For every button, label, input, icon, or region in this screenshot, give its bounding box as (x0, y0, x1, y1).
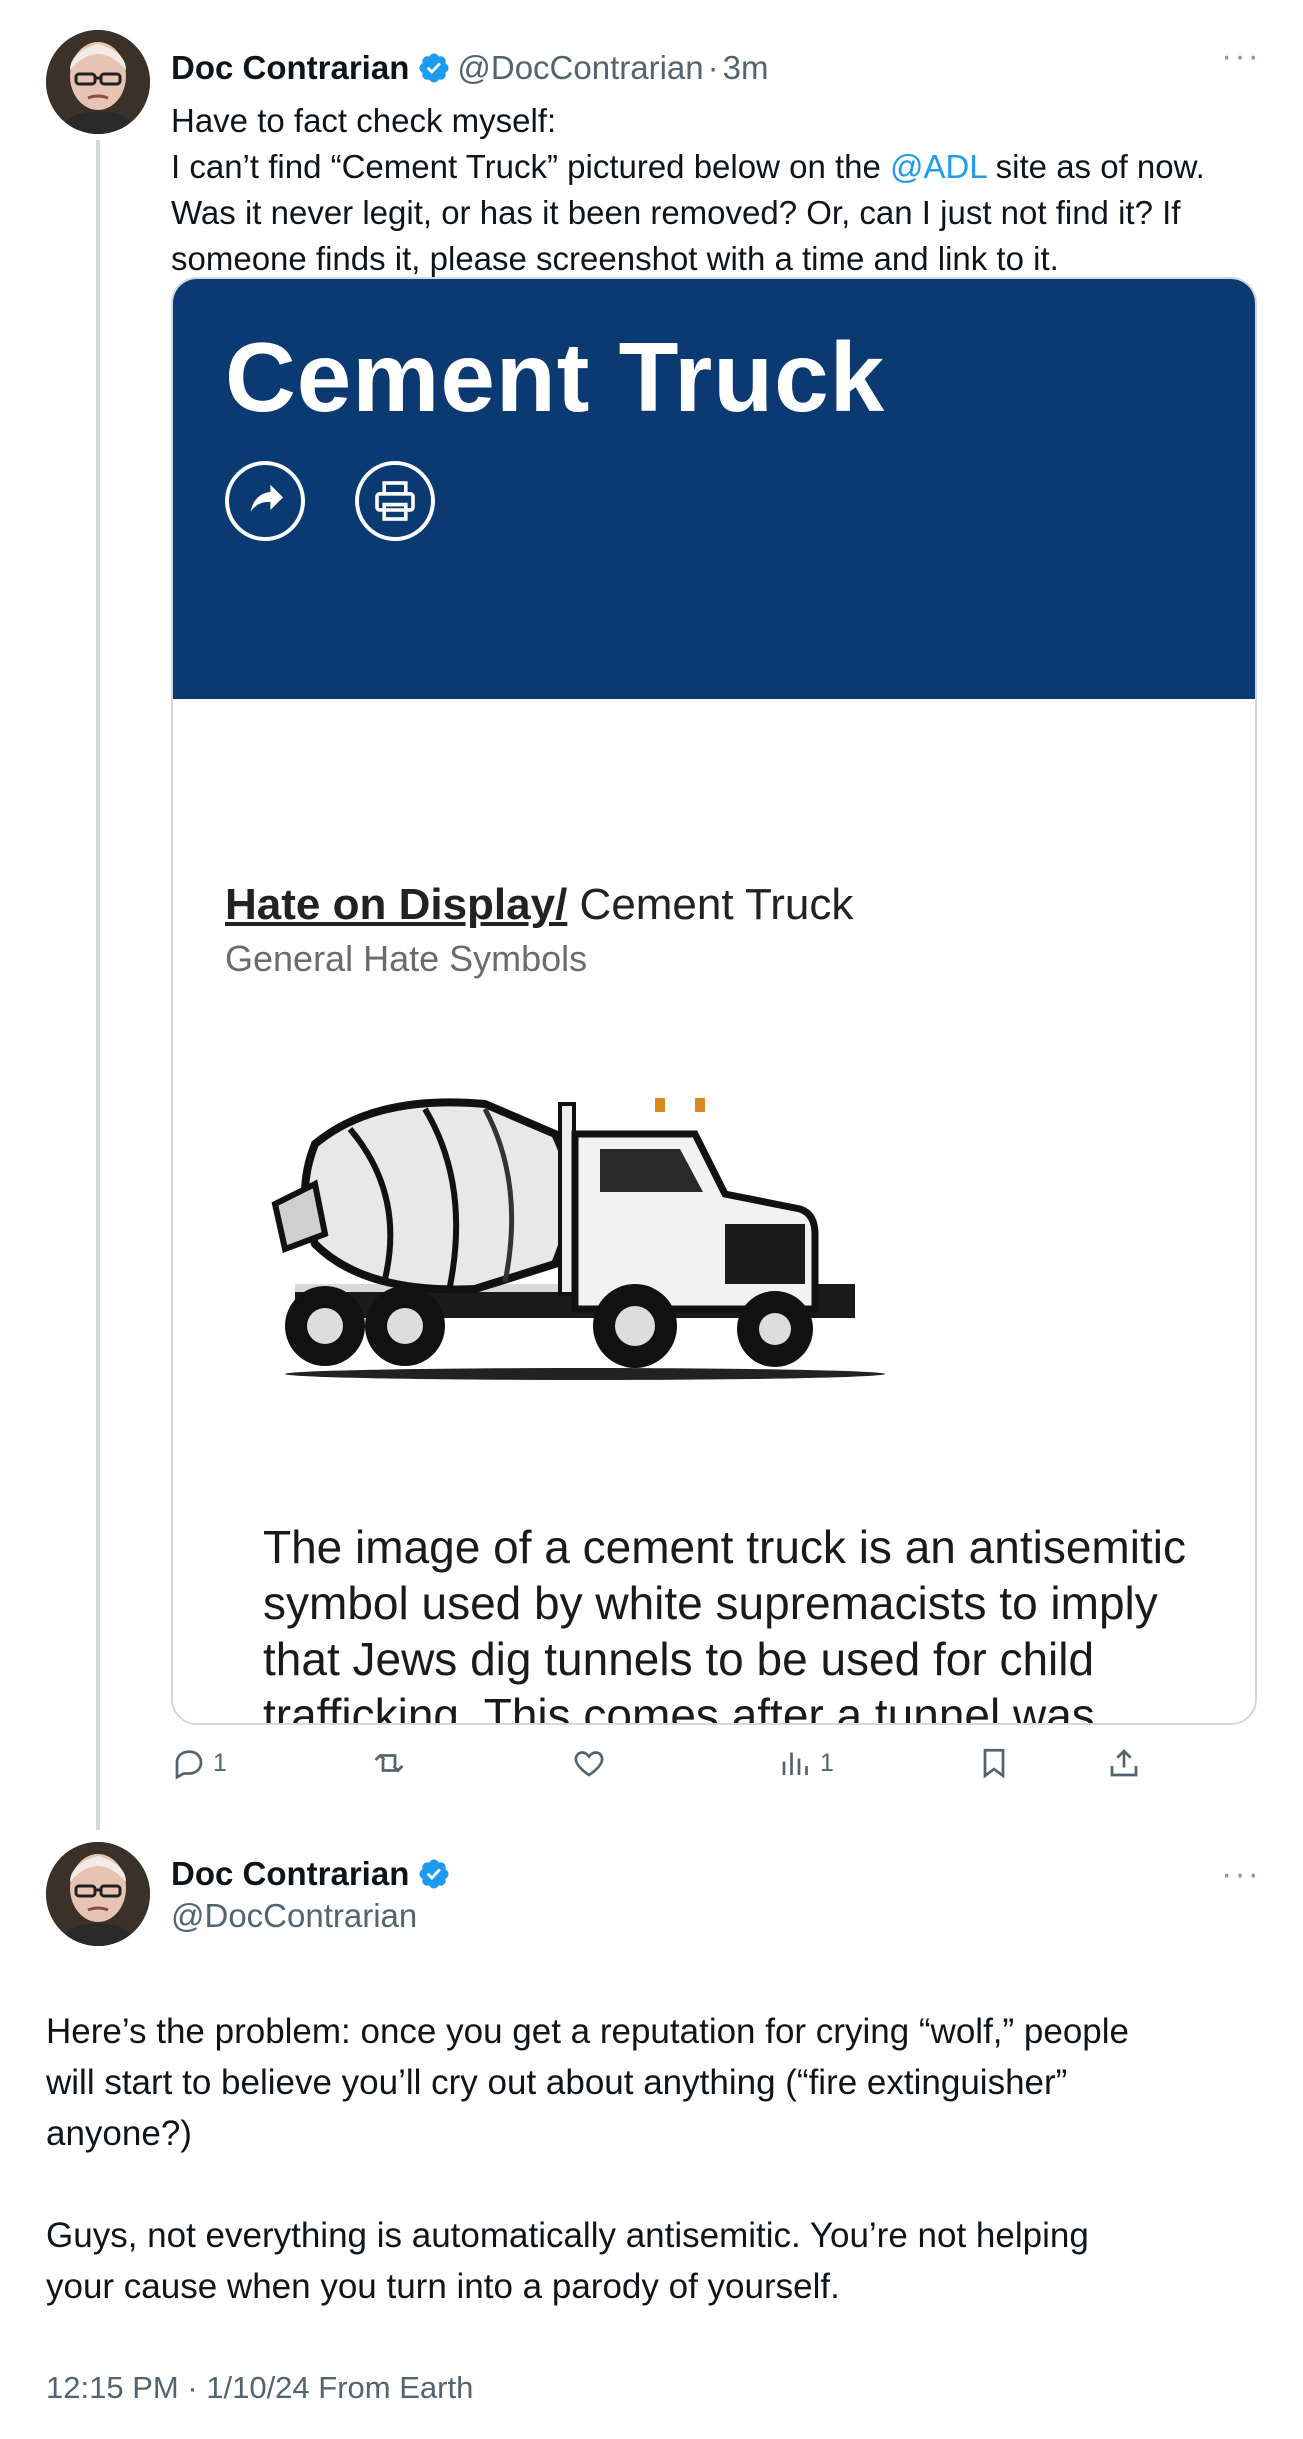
avatar[interactable] (46, 1842, 150, 1946)
tweet-header: Doc Contrarian @DocContrarian · 3m (171, 48, 768, 88)
analytics-bars-icon (782, 1752, 808, 1775)
author-name[interactable]: Doc Contrarian (171, 48, 409, 88)
tweet-text-line: will start to believe you’ll cry out abo… (46, 2063, 1068, 2102)
media-description-line: trafficking. This comes after a tunnel w… (263, 1689, 1095, 1725)
author-handle[interactable]: @DocContrarian (457, 48, 703, 88)
reply-count: 1 (213, 1748, 227, 1777)
author-handle[interactable]: @DocContrarian (171, 1896, 417, 1936)
heart-icon (574, 1751, 604, 1777)
retweet-button[interactable] (371, 1745, 407, 1781)
verified-badge-icon (417, 1857, 451, 1891)
breadcrumb: Hate on Display/ Cement Truck (225, 880, 853, 930)
separator-dot: · (707, 49, 719, 86)
avatar[interactable] (46, 30, 150, 134)
tweet-text-line: your cause when you turn into a parody o… (46, 2267, 840, 2306)
mention-link[interactable]: @ADL (890, 148, 986, 185)
tweet-timestamp[interactable]: 3m (723, 48, 769, 88)
like-button[interactable] (571, 1745, 607, 1781)
breadcrumb-link: Hate on Display/ (225, 880, 568, 929)
breadcrumb-current: Cement Truck (567, 880, 854, 929)
share-icon (225, 461, 305, 541)
reply-button[interactable]: 1 (171, 1745, 227, 1781)
bookmark-icon (983, 1748, 1005, 1779)
category-label: General Hate Symbols (225, 938, 588, 979)
retweet-icon (374, 1753, 404, 1773)
more-options-icon[interactable]: ··· (1221, 1857, 1261, 1891)
tweet-media-image[interactable]: Cement Truck Hate on Display/ Cement Tru… (171, 277, 1257, 1725)
tweet-text-line: Guys, not everything is automatically an… (46, 2216, 1089, 2255)
media-description-line: The image of a cement truck is an antise… (263, 1521, 1186, 1573)
tweet-text-line: Here’s the problem: once you get a reput… (46, 2012, 1130, 2051)
author-name-row: Doc Contrarian (171, 1854, 457, 1894)
author-name[interactable]: Doc Contrarian (171, 1854, 409, 1894)
share-button[interactable] (1106, 1745, 1142, 1781)
more-options-icon[interactable]: ··· (1221, 39, 1261, 73)
tweet-text: Have to fact check myself: I can’t find … (171, 98, 1301, 282)
avatar-portrait-image (46, 30, 150, 134)
media-description-line: symbol used by white supremacists to imp… (263, 1577, 1158, 1629)
tweet-text-fragment: site as of now. (986, 148, 1205, 185)
avatar-portrait-image (46, 1842, 150, 1946)
tweet-text: Here’s the problem: once you get a reput… (46, 2006, 1276, 2312)
tweet-text-line: Was it never legit, or has it been remov… (171, 194, 1181, 231)
media-description: The image of a cement truck is an antise… (263, 1519, 1223, 1725)
tweet-text-line: anyone?) (46, 2114, 192, 2153)
media-title: Cement Truck (225, 322, 886, 432)
verified-badge-icon (417, 51, 451, 85)
tweet-text-line: someone finds it, please screenshot with… (171, 240, 1059, 277)
bookmark-button[interactable] (976, 1745, 1012, 1781)
tweet-text-line: I can’t find “Cement Truck” pictured bel… (171, 144, 1301, 190)
tweet-timestamp-footer[interactable]: 12:15 PM · 1/10/24 From Earth (46, 2370, 473, 2406)
tweet-text-line: Have to fact check myself: (171, 102, 557, 139)
printer-icon (355, 461, 435, 541)
tweet-action-bar: 1 1 (171, 1745, 1171, 1789)
share-upload-icon (1110, 1749, 1138, 1777)
reply-icon (175, 1750, 203, 1780)
thread-connector-line (96, 140, 100, 1830)
tweet-text-fragment: I can’t find “Cement Truck” pictured bel… (171, 148, 891, 185)
media-description-line: that Jews dig tunnels to be used for chi… (263, 1633, 1095, 1685)
cement-truck-illustration (271, 1098, 885, 1380)
views-count: 1 (820, 1748, 834, 1777)
media-banner: Cement Truck (173, 279, 1255, 699)
views-button[interactable]: 1 (778, 1745, 834, 1781)
